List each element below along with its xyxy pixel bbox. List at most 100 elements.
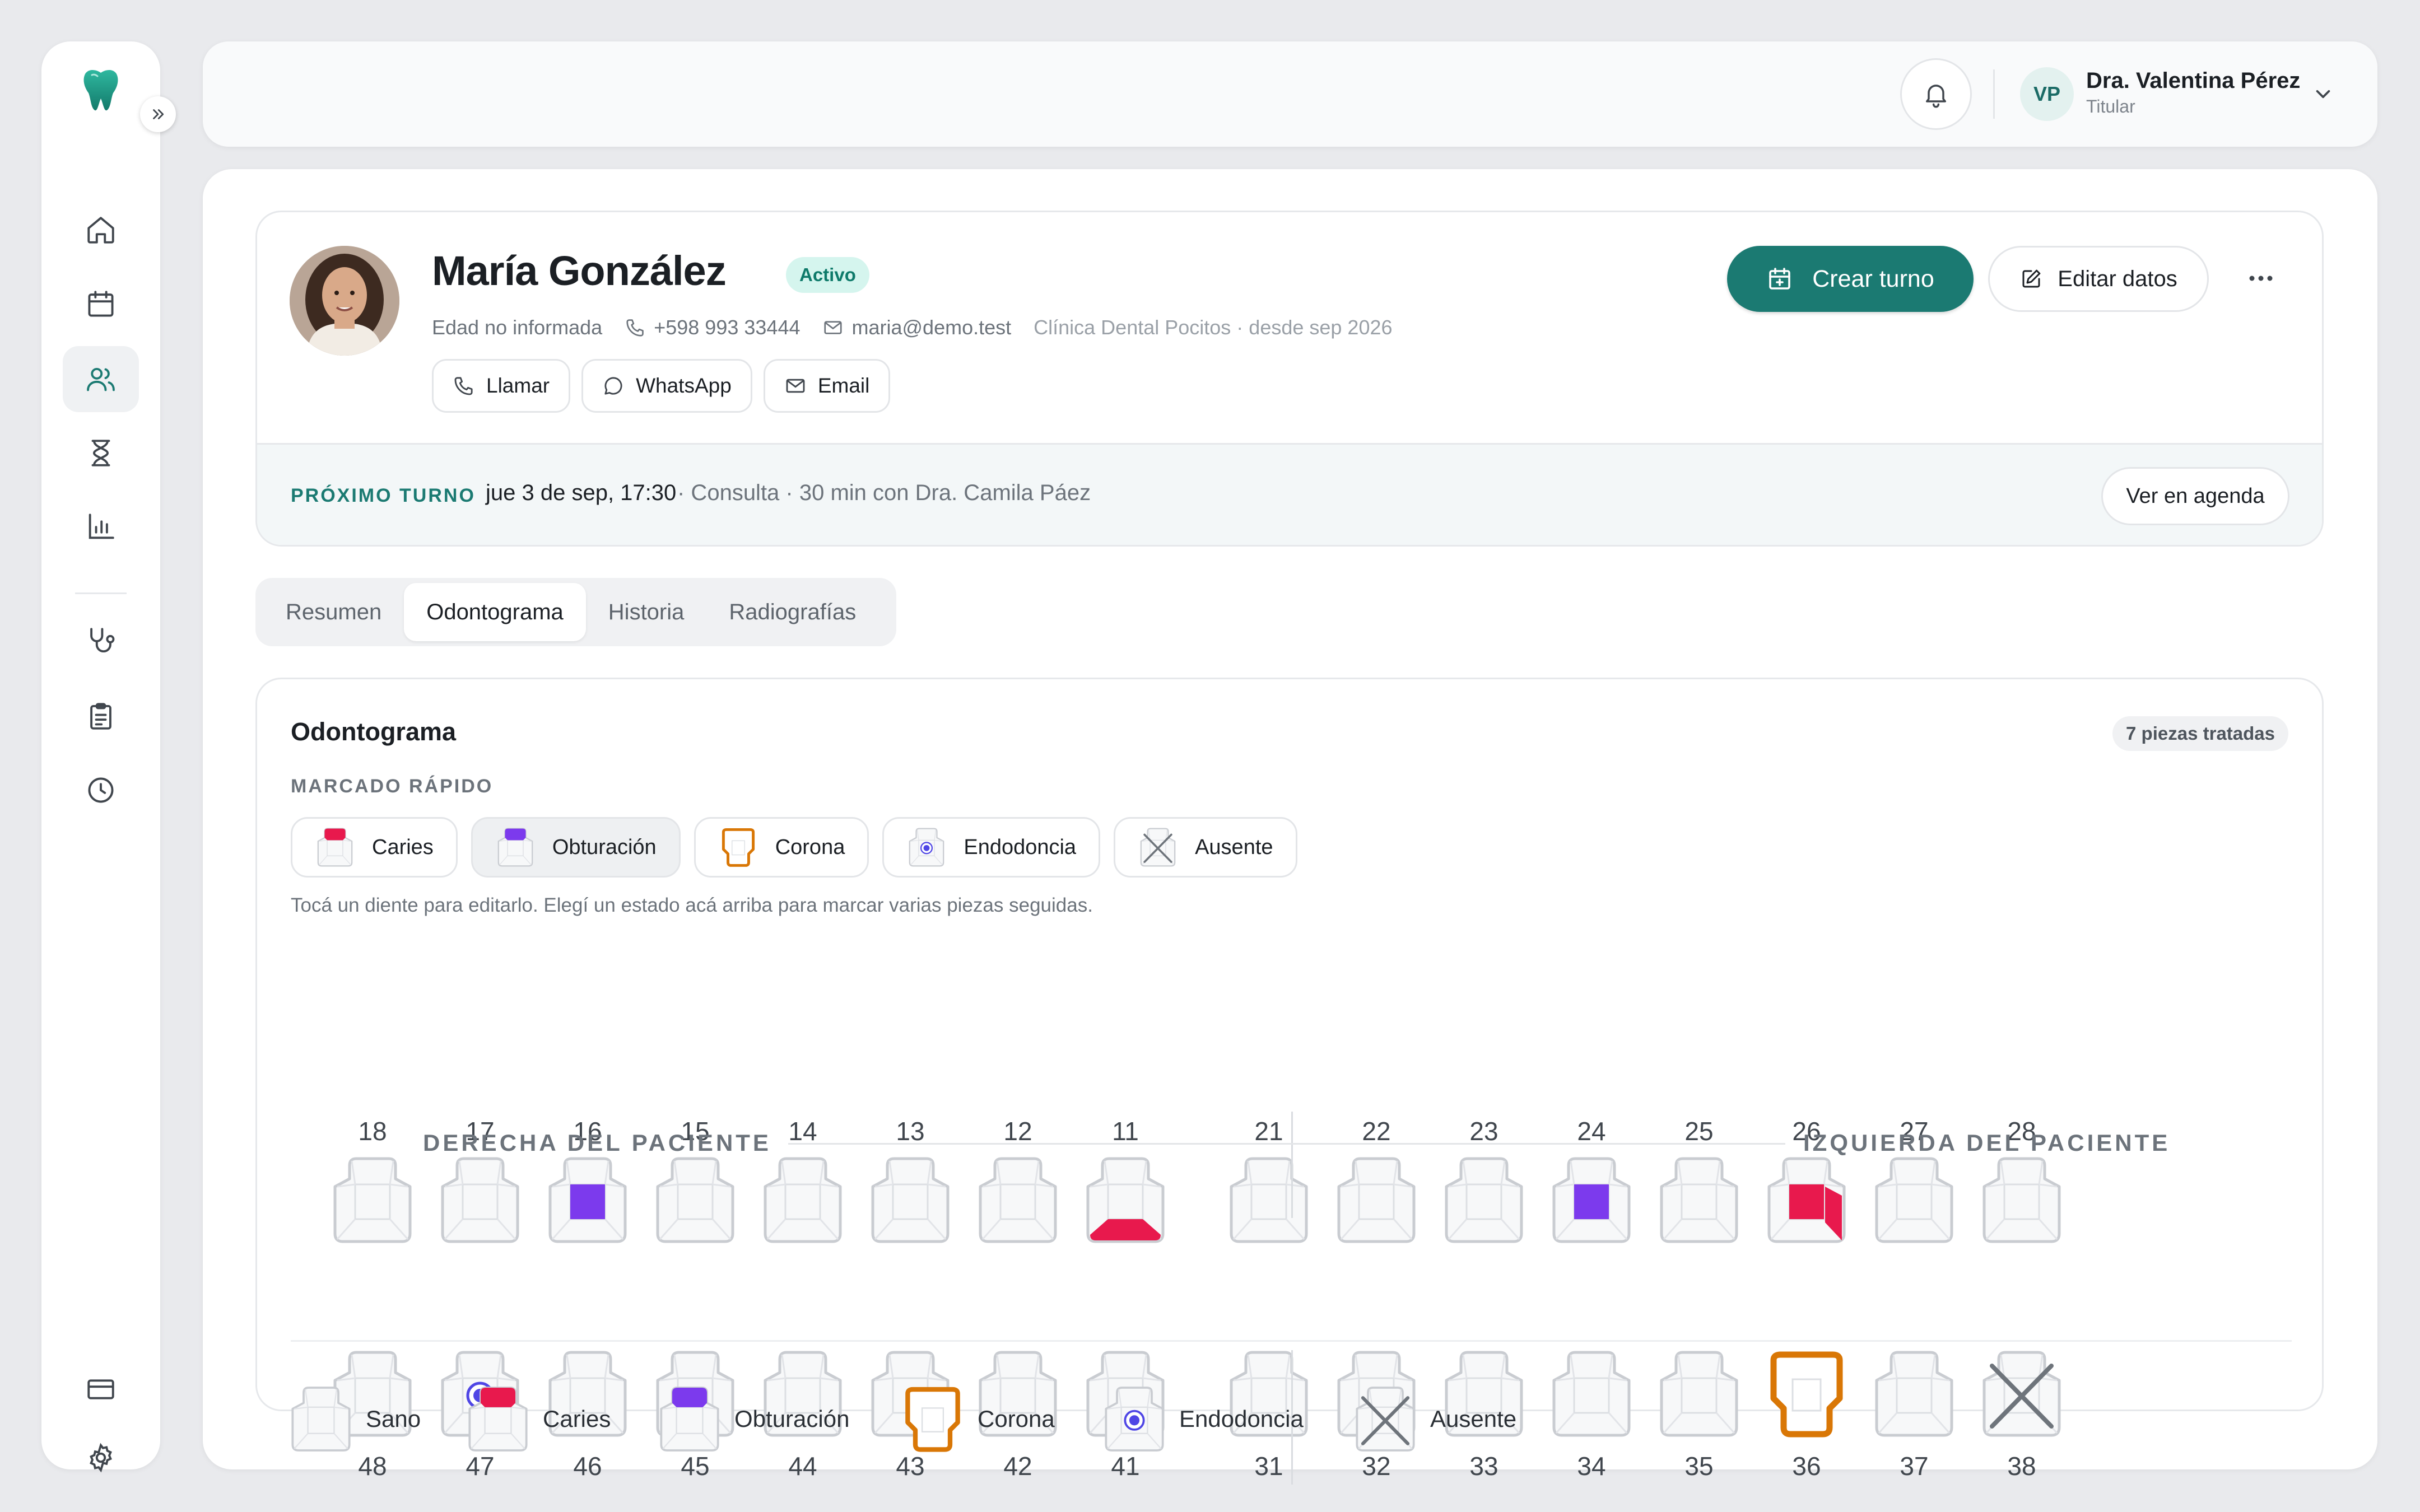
call-button[interactable]: Llamar: [432, 359, 571, 413]
more-horizontal-icon: [2249, 276, 2273, 281]
tab-historia[interactable]: Historia: [586, 583, 707, 641]
tooth-12[interactable]: [978, 1156, 1058, 1244]
tooth-number: 31: [1254, 1452, 1283, 1481]
edit-data-label: Editar datos: [2058, 266, 2177, 291]
tooth-21[interactable]: [1229, 1156, 1309, 1244]
nav-patients[interactable]: [63, 346, 139, 412]
edit-data-button[interactable]: Editar datos: [1988, 246, 2209, 312]
patient-name: María González: [432, 248, 727, 294]
tooth-15[interactable]: [655, 1156, 735, 1244]
tooth-corona-icon: [1770, 1351, 1843, 1438]
nav-history[interactable]: [63, 757, 139, 823]
tooth-number: 44: [788, 1452, 817, 1481]
tooth-17[interactable]: [440, 1156, 520, 1244]
more-options-button[interactable]: [2241, 262, 2281, 295]
crown-icon: [722, 828, 755, 867]
tab-radiografias[interactable]: Radiografías: [706, 583, 878, 641]
tooth-23[interactable]: [1444, 1156, 1524, 1244]
tooth-24[interactable]: [1552, 1156, 1631, 1244]
user-name[interactable]: Dra. Valentina Pérez: [2086, 68, 2300, 94]
view-agenda-button[interactable]: Ver en agenda: [2101, 467, 2289, 525]
whatsapp-button[interactable]: WhatsApp: [581, 359, 752, 413]
next-appointment-banner: PRÓXIMO TURNO jue 3 de sep, 17:30 · Cons…: [257, 443, 2322, 545]
clock-icon: [88, 777, 114, 803]
patient-email: maria@demo.test: [822, 316, 1011, 339]
healthy-tooth-icon: [291, 1387, 351, 1452]
tooth-34[interactable]: [1552, 1350, 1631, 1438]
tooth-sano-icon: [1660, 1351, 1738, 1437]
tooth-sano-icon: [1875, 1351, 1953, 1437]
odontogram-title: Odontograma: [291, 717, 457, 746]
tooth-25[interactable]: [1659, 1156, 1739, 1244]
odontogram-hint: Tocá un diente para editarlo. Elegí un e…: [291, 894, 1093, 916]
nav-clinical[interactable]: [63, 608, 139, 674]
caries-icon: [317, 828, 353, 867]
tooth-13[interactable]: [871, 1156, 950, 1244]
tooth-sano-icon: [979, 1157, 1057, 1243]
tooth-sano-icon: [656, 1157, 734, 1243]
root-canal-icon: [909, 828, 944, 867]
nav-calendar[interactable]: [63, 271, 139, 337]
nav-reports[interactable]: [63, 494, 139, 560]
tooth-38[interactable]: [1982, 1350, 2061, 1438]
tooth-16[interactable]: [548, 1156, 627, 1244]
tooth-number: 32: [1362, 1452, 1391, 1481]
quick-corona-button[interactable]: Corona: [694, 817, 869, 878]
patient-phone: +598 993 33444: [625, 316, 800, 339]
left-side-label: IZQUIERDA DEL PACIENTE: [1803, 1130, 2171, 1156]
quick-endodoncia-button[interactable]: Endodoncia: [882, 817, 1101, 878]
tooth-18[interactable]: [333, 1156, 412, 1244]
right-side-label: DERECHA DEL PACIENTE: [423, 1130, 771, 1156]
create-appointment-label: Crear turno: [1812, 265, 1934, 292]
whatsapp-label: WhatsApp: [636, 374, 732, 397]
tooth-number: 48: [358, 1452, 387, 1481]
nav-home[interactable]: [63, 197, 139, 263]
tooth-sano-icon: [441, 1157, 519, 1243]
contact-actions: Llamar WhatsApp Email: [432, 359, 901, 413]
treated-count-badge: 7 piezas tratadas: [2112, 716, 2288, 751]
tooth-logo-icon[interactable]: [77, 66, 124, 113]
email-button[interactable]: Email: [763, 359, 891, 413]
tooth-sano-icon: [1552, 1351, 1631, 1437]
chevron-down-icon[interactable]: [2309, 80, 2337, 108]
tooth-35[interactable]: [1659, 1350, 1739, 1438]
tooth-37[interactable]: [1874, 1350, 1954, 1438]
tooth-number: 14: [788, 1117, 817, 1146]
tooth-number: 21: [1254, 1117, 1283, 1146]
tab-resumen[interactable]: Resumen: [263, 583, 404, 641]
legend-separator: [291, 1340, 2292, 1342]
tooth-14[interactable]: [763, 1156, 843, 1244]
create-appointment-button[interactable]: Crear turno: [1727, 246, 1974, 312]
nav-waiting[interactable]: [63, 420, 139, 486]
nav-records[interactable]: [63, 683, 139, 749]
next-appointment-label: PRÓXIMO TURNO: [291, 485, 476, 506]
expand-sidebar-button[interactable]: [140, 96, 176, 132]
quick-obturacion-button[interactable]: Obturación: [471, 817, 681, 878]
nav-settings[interactable]: [63, 1425, 139, 1491]
tooth-sano-icon: [1982, 1157, 2061, 1243]
tooth-36[interactable]: [1767, 1350, 1846, 1438]
quick-caries-button[interactable]: Caries: [291, 817, 458, 878]
tooth-11[interactable]: [1086, 1156, 1165, 1244]
tooth-26[interactable]: [1767, 1156, 1846, 1244]
user-role: Titular: [2086, 96, 2135, 116]
bell-icon: [1926, 85, 1946, 108]
chat-bubble-icon: [604, 377, 622, 395]
nav-billing[interactable]: [63, 1356, 139, 1422]
tooth-number: 41: [1111, 1452, 1140, 1481]
tooth-sano-icon: [764, 1157, 842, 1243]
notifications-button[interactable]: [1900, 58, 1972, 130]
tab-odontograma[interactable]: Odontograma: [404, 583, 586, 641]
quick-ausente-button[interactable]: Ausente: [1114, 817, 1297, 878]
next-appointment-detail: · Consulta · 30 min con Dra. Camila Páez: [677, 480, 1091, 505]
tooth-22[interactable]: [1337, 1156, 1416, 1244]
tooth-number: 35: [1684, 1452, 1714, 1481]
tooth-28[interactable]: [1982, 1156, 2061, 1244]
gear-icon: [90, 1443, 112, 1473]
tooth-number: 25: [1684, 1117, 1714, 1146]
stethoscope-icon: [90, 628, 115, 653]
patient-clinic: Clínica Dental Pocitos · desde sep 2026: [1034, 316, 1393, 339]
user-avatar[interactable]: VP: [2020, 67, 2074, 121]
tooth-27[interactable]: [1874, 1156, 1954, 1244]
tooth-obturacion-icon: [548, 1157, 627, 1243]
